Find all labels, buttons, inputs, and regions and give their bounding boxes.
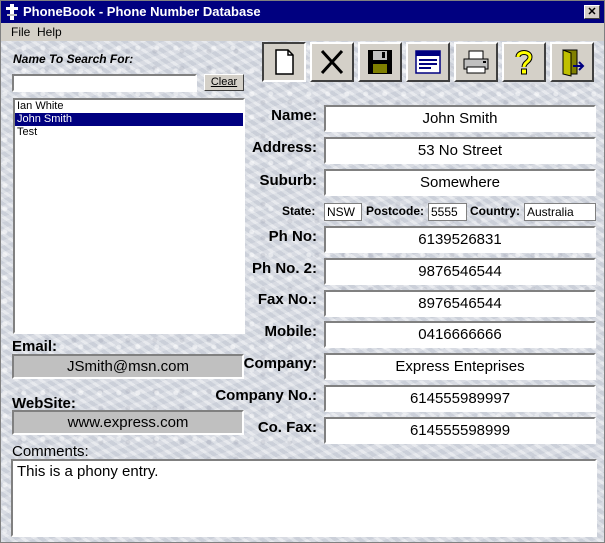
menu-help[interactable]: Help [37,25,62,39]
comments-textarea[interactable]: This is a phony entry. [11,459,597,537]
name-label: Name: [271,107,317,124]
fax-label: Fax No.: [257,291,317,308]
print-icon [463,50,489,74]
phonebook-window: PhoneBook - Phone Number Database ✕ File… [0,0,605,543]
company-no-label: Company No.: [215,387,317,404]
name-field[interactable]: John Smith [324,105,596,132]
save-record-button[interactable] [358,42,402,82]
save-icon [368,50,392,74]
phone2-field[interactable]: 9876546544 [324,258,596,285]
delete-record-button[interactable] [310,42,354,82]
co-fax-label: Co. Fax: [257,419,317,436]
new-icon [275,49,294,75]
state-field[interactable]: NSW [324,203,362,221]
search-input[interactable] [12,74,197,92]
window-title: PhoneBook - Phone Number Database [23,4,261,19]
phone-field[interactable]: 6139526831 [324,226,596,253]
state-label: State: [282,204,316,218]
company-label: Company: [243,355,317,372]
menu-file[interactable]: File [11,25,30,39]
company-field[interactable]: Express Enteprises [324,353,596,380]
phone2-label: Ph No. 2: [251,260,317,277]
mobile-field[interactable]: 0416666666 [324,321,596,348]
email-field[interactable]: JSmith@msn.com [12,354,244,379]
help-icon [515,50,533,75]
list-item-selected[interactable]: John Smith [15,113,243,126]
website-field[interactable]: www.express.com [12,410,244,435]
list-item[interactable]: Ian White [15,100,243,113]
close-button[interactable]: ✕ [584,5,600,19]
country-label: Country: [470,204,520,218]
postcode-field[interactable]: 5555 [428,203,467,221]
company-no-field[interactable]: 614555989997 [324,385,596,412]
delete-icon [320,49,344,75]
address-label: Address: [251,139,317,156]
address-field[interactable]: 53 No Street [324,137,596,164]
exit-icon [562,49,585,77]
close-icon: ✕ [587,6,597,18]
postcode-label: Postcode: [366,204,425,218]
phone-app-icon [6,4,18,20]
print-button[interactable] [454,42,498,82]
new-record-button[interactable] [262,42,306,82]
co-fax-field[interactable]: 614555598999 [324,417,596,444]
fax-field[interactable]: 8976546544 [324,290,596,317]
list-item[interactable]: Test [15,126,243,139]
mobile-label: Mobile: [264,323,318,340]
suburb-label: Suburb: [259,172,318,189]
comments-label: Comments: [12,443,89,460]
country-field[interactable]: Australia [524,203,596,221]
help-button[interactable] [502,42,546,82]
title-bar[interactable]: PhoneBook - Phone Number Database ✕ [1,1,604,23]
exit-button[interactable] [550,42,594,82]
view-record-button[interactable] [406,42,450,82]
clear-button[interactable]: Clear [204,74,244,91]
search-label: Name To Search For: [13,52,134,66]
menu-bar: File Help [1,23,604,41]
name-list[interactable]: Ian White John Smith Test [13,98,245,334]
phone-label: Ph No: [268,228,317,245]
email-label: Email: [12,338,58,355]
suburb-field[interactable]: Somewhere [324,169,596,196]
view-icon [415,50,441,74]
